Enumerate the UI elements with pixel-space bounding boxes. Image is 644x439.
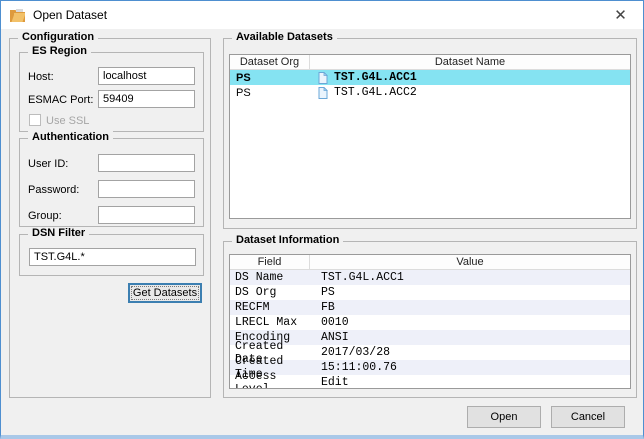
open-button[interactable]: Open <box>467 406 541 428</box>
available-datasets-table: Dataset Org Dataset Name PS TST.G4L.ACC1… <box>229 54 631 219</box>
use-ssl-label: Use SSL <box>46 115 89 127</box>
info-row: RECFMFB <box>230 300 630 315</box>
info-row: Access LevelEdit <box>230 375 630 389</box>
info-row: DS OrgPS <box>230 285 630 300</box>
info-field-cell: Access Level <box>230 375 310 389</box>
cancel-button[interactable]: Cancel <box>551 406 625 428</box>
info-field-cell: DS Name <box>230 270 310 285</box>
info-field-cell: LRECL Max <box>230 315 310 330</box>
dataset-name-text: TST.G4L.ACC1 <box>334 71 417 84</box>
dataset-name-cell: TST.G4L.ACC1 <box>310 70 630 85</box>
open-dataset-dialog: Open Dataset ✕ Configuration ES Region H… <box>0 0 644 439</box>
info-value-cell: 15:11:00.76 <box>310 360 630 375</box>
info-value-cell: 0010 <box>310 315 630 330</box>
available-datasets-rows: PS TST.G4L.ACC1PS TST.G4L.ACC2 <box>230 70 630 100</box>
column-header-dataset-name[interactable]: Dataset Name <box>310 55 630 69</box>
dataset-information-title: Dataset Information <box>232 234 343 246</box>
group-label: Group: <box>28 210 62 222</box>
titlebar[interactable]: Open Dataset ✕ <box>1 1 643 29</box>
info-row: DS NameTST.G4L.ACC1 <box>230 270 630 285</box>
window-title: Open Dataset <box>33 8 107 22</box>
file-icon <box>318 87 328 99</box>
available-datasets-header: Dataset Org Dataset Name <box>230 55 630 70</box>
authentication-title: Authentication <box>28 131 113 143</box>
group-input[interactable] <box>98 206 195 224</box>
esmac-port-label: ESMAC Port: <box>28 94 93 106</box>
esmac-port-input[interactable] <box>98 90 195 108</box>
column-header-dataset-org[interactable]: Dataset Org <box>230 55 310 69</box>
user-id-label: User ID: <box>28 158 68 170</box>
user-id-input[interactable] <box>98 154 195 172</box>
dataset-information-rows: DS NameTST.G4L.ACC1DS OrgPSRECFMFBLRECL … <box>230 270 630 389</box>
use-ssl-checkbox[interactable] <box>29 114 41 126</box>
folder-icon <box>9 8 26 23</box>
info-value-cell: 2017/03/28 <box>310 345 630 360</box>
close-button[interactable]: ✕ <box>598 1 643 29</box>
dataset-row[interactable]: PS TST.G4L.ACC1 <box>230 70 630 85</box>
dataset-information-header: Field Value <box>230 255 630 270</box>
configuration-title: Configuration <box>18 31 98 43</box>
info-value-cell: TST.G4L.ACC1 <box>310 270 630 285</box>
file-icon <box>318 72 328 84</box>
info-row: LRECL Max0010 <box>230 315 630 330</box>
column-header-value: Value <box>310 255 630 269</box>
column-header-field: Field <box>230 255 310 269</box>
get-datasets-button[interactable]: Get Datasets <box>128 283 202 303</box>
password-label: Password: <box>28 184 79 196</box>
dataset-org-cell: PS <box>230 85 310 100</box>
info-value-cell: Edit <box>310 375 630 389</box>
es-region-title: ES Region <box>28 45 91 57</box>
available-datasets-title: Available Datasets <box>232 31 337 43</box>
info-value-cell: PS <box>310 285 630 300</box>
info-value-cell: FB <box>310 300 630 315</box>
dsn-filter-title: DSN Filter <box>28 227 89 239</box>
dsn-filter-input[interactable] <box>29 248 196 266</box>
host-input[interactable] <box>98 67 195 85</box>
dataset-name-cell: TST.G4L.ACC2 <box>310 85 630 100</box>
dataset-row[interactable]: PS TST.G4L.ACC2 <box>230 85 630 100</box>
info-field-cell: DS Org <box>230 285 310 300</box>
host-label: Host: <box>28 71 54 83</box>
info-value-cell: ANSI <box>310 330 630 345</box>
dataset-org-cell: PS <box>230 70 310 85</box>
dataset-name-text: TST.G4L.ACC2 <box>334 86 417 99</box>
info-field-cell: RECFM <box>230 300 310 315</box>
password-input[interactable] <box>98 180 195 198</box>
dataset-information-table: Field Value DS NameTST.G4L.ACC1DS OrgPSR… <box>229 254 631 389</box>
